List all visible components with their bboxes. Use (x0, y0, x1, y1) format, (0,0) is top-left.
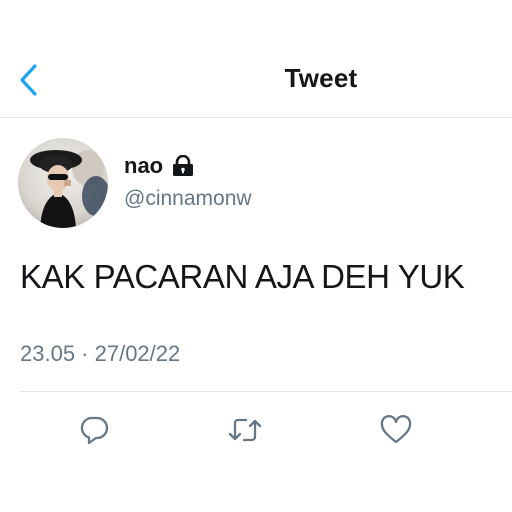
lock-icon (171, 155, 195, 177)
avatar[interactable] (18, 138, 108, 228)
like-button[interactable] (378, 412, 414, 448)
page-title: Tweet (284, 63, 358, 93)
reply-button[interactable] (76, 412, 112, 448)
retweet-button[interactable] (227, 412, 263, 448)
author-handle[interactable]: @cinnamonw (124, 187, 252, 211)
retweet-icon (228, 418, 262, 442)
divider (20, 391, 512, 392)
author-display-name[interactable]: nao (124, 153, 163, 179)
top-bar: Tweet (0, 40, 512, 118)
heart-icon (380, 415, 412, 444)
author-name-row: nao (124, 153, 195, 179)
reply-icon (80, 416, 109, 445)
tweet-timestamp[interactable]: 23.05 · 27/02/22 (20, 341, 180, 367)
tweet-text: KAK PACARAN AJA DEH YUK (20, 258, 465, 295)
